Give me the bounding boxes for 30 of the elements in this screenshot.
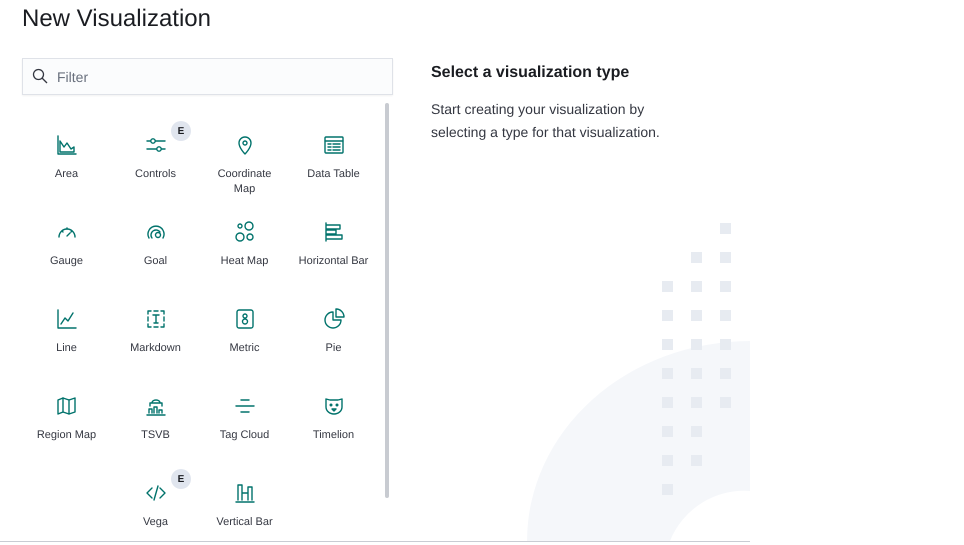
visualization-type-card[interactable]: Timelion	[289, 380, 378, 467]
visualization-type-card[interactable]: Line	[22, 293, 111, 380]
experimental-badge: E	[171, 469, 191, 489]
visualization-type-card[interactable]: Goal	[111, 206, 200, 293]
visualization-type-card[interactable]: Markdown	[111, 293, 200, 380]
description-heading: Select a visualization type	[431, 64, 630, 82]
page-title: New Visualization	[21, 4, 212, 34]
scrollbar[interactable]	[385, 103, 389, 498]
pie-chart-icon	[322, 307, 346, 331]
visualization-type-card[interactable]: Gauge	[22, 206, 111, 293]
visualization-type-card[interactable]: Coordinate Map	[200, 119, 289, 206]
visualization-type-card[interactable]: Region Map	[22, 380, 111, 467]
line-chart-icon	[54, 307, 78, 331]
visualization-type-card[interactable]: Controls E	[111, 119, 200, 206]
visualization-type-card[interactable]: Heat Map	[200, 206, 289, 293]
visualization-type-card[interactable]: Data Table	[289, 119, 378, 206]
visualization-type-card[interactable]: Metric	[200, 293, 289, 380]
search-icon	[32, 68, 48, 84]
visualization-type-card[interactable]: TSVB	[111, 380, 200, 467]
visualization-type-card[interactable]: Vega E	[111, 467, 200, 545]
visualization-type-card[interactable]: Pie	[289, 293, 378, 380]
filter-field[interactable]: Filter	[22, 58, 393, 95]
experimental-badge: E	[171, 121, 191, 141]
visualization-type-card[interactable]: Area	[22, 119, 111, 206]
circles-icon	[232, 220, 256, 244]
description-text: Start creating your visualization by selecting a type for that visualization.	[431, 100, 661, 142]
area-chart-icon	[54, 133, 78, 157]
visualization-type-card[interactable]: Vertical Bar	[200, 467, 289, 545]
visualization-type-card[interactable]: Tag Cloud	[200, 380, 289, 467]
visualization-type-card[interactable]: Horizontal Bar	[289, 206, 378, 293]
